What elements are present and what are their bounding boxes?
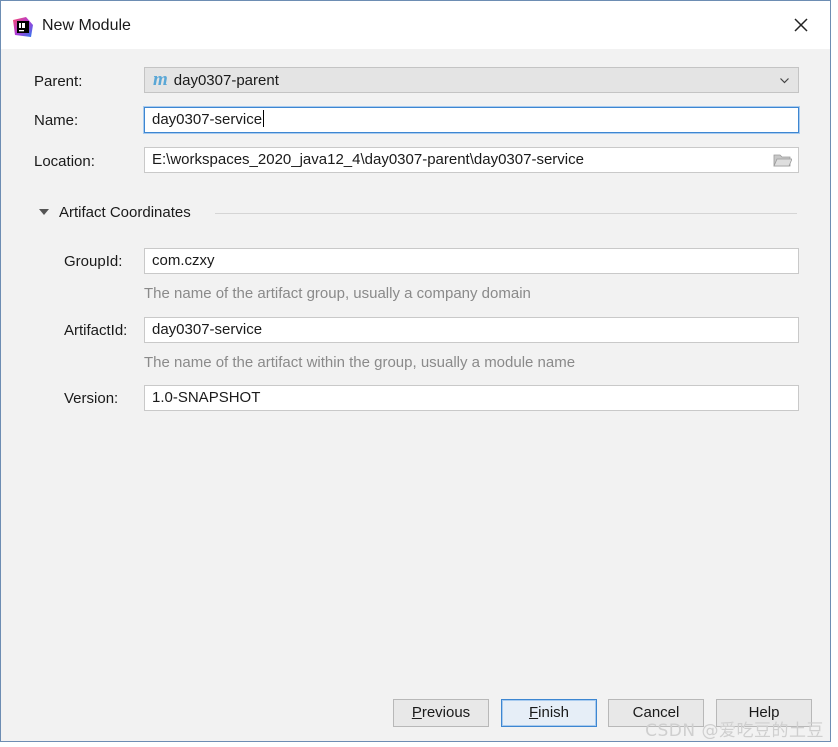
location-value: E:\workspaces_2020_java12_4\day0307-pare… <box>152 151 584 168</box>
location-label: Location: <box>34 153 95 170</box>
csdn-watermark: CSDN @爱吃豆的土豆 <box>645 721 824 741</box>
previous-button[interactable]: Previous <box>393 699 489 727</box>
close-icon[interactable] <box>792 16 810 34</box>
groupid-label: GroupId: <box>64 253 123 270</box>
new-module-dialog: New Module Parent: m day0307-parent Name:… <box>0 0 831 742</box>
chevron-down-icon <box>780 78 789 84</box>
version-value: 1.0-SNAPSHOT <box>152 389 261 406</box>
parent-value: day0307-parent <box>173 72 279 89</box>
name-label: Name: <box>34 112 79 129</box>
groupid-value: com.czxy <box>152 252 215 269</box>
finish-label: inish <box>538 704 570 721</box>
artifactid-input[interactable]: day0307-service <box>144 317 799 343</box>
artifact-coordinates-title: Artifact Coordinates <box>59 204 191 221</box>
artifactid-label: ArtifactId: <box>64 322 128 339</box>
finish-button[interactable]: Finish <box>501 699 597 727</box>
artifactid-value: day0307-service <box>152 321 263 338</box>
maven-m-icon: m <box>153 69 168 90</box>
location-input[interactable]: E:\workspaces_2020_java12_4\day0307-pare… <box>144 147 799 173</box>
parent-select[interactable]: m day0307-parent <box>144 67 799 93</box>
previous-mnemonic: P <box>411 704 422 721</box>
parent-label: Parent: <box>34 73 83 90</box>
version-input[interactable]: 1.0-SNAPSHOT <box>144 385 799 411</box>
previous-label: revious <box>421 704 471 721</box>
finish-mnemonic: F <box>528 704 539 721</box>
artifact-coordinates-header[interactable]: Artifact Coordinates <box>37 204 797 224</box>
title-bar: New Module <box>1 1 830 49</box>
version-label: Version: <box>64 390 119 407</box>
dialog-title: New Module <box>42 17 131 34</box>
artifactid-hint: The name of the artifact within the grou… <box>144 354 576 371</box>
folder-browse-icon[interactable] <box>773 153 792 168</box>
text-caret <box>263 110 265 127</box>
groupid-input[interactable]: com.czxy <box>144 248 799 274</box>
intellij-idea-icon <box>13 17 33 37</box>
collapse-triangle-icon[interactable] <box>39 209 49 215</box>
section-divider <box>215 213 797 214</box>
name-input[interactable]: day0307-service <box>144 107 799 133</box>
groupid-hint: The name of the artifact group, usually … <box>144 285 531 302</box>
name-value: day0307-service <box>152 111 263 128</box>
